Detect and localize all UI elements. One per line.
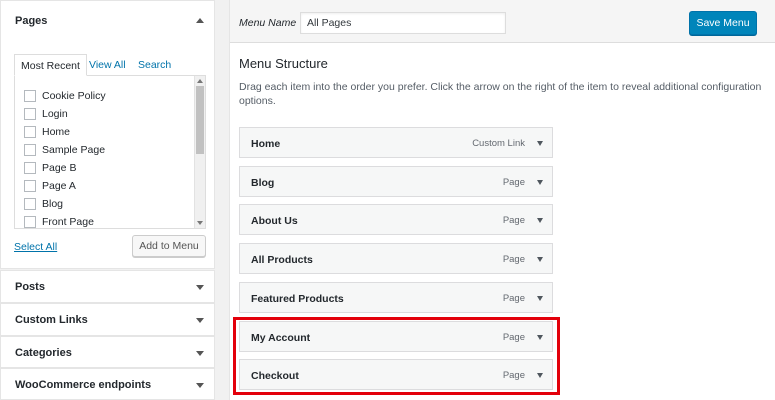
checklist-scrollbar[interactable] <box>194 76 205 228</box>
menu-item-type: Page <box>502 215 525 226</box>
expand-arrow-icon[interactable] <box>196 285 204 290</box>
categories-panel[interactable]: Categories <box>0 336 215 368</box>
menu-item-type: Page <box>502 254 525 265</box>
collapse-arrow-icon[interactable] <box>196 18 204 23</box>
menu-item[interactable]: About Us Page <box>239 204 553 235</box>
menu-items-sidebar: Pages Most Recent View All Search Cookie… <box>0 0 216 400</box>
checkbox[interactable] <box>24 216 36 228</box>
scroll-down-icon[interactable] <box>197 221 203 225</box>
expand-arrow-icon[interactable] <box>537 296 543 301</box>
tab-search[interactable]: Search <box>138 54 171 76</box>
tab-most-recent[interactable]: Most Recent <box>14 54 87 76</box>
menu-item-title: Blog <box>251 177 275 189</box>
scroll-up-icon[interactable] <box>197 79 203 83</box>
menu-item-type: Page <box>502 177 525 188</box>
expand-arrow-icon[interactable] <box>196 351 204 356</box>
menu-item-title: About Us <box>251 215 298 227</box>
tab-view-all[interactable]: View All <box>89 54 126 76</box>
menu-header: Menu Name All Pages Save Menu <box>230 0 775 43</box>
menu-name-label: Menu Name <box>239 17 297 29</box>
menu-item-title: Featured Products <box>251 293 344 305</box>
expand-arrow-icon[interactable] <box>196 318 204 323</box>
menu-structure-instructions: Drag each item into the order you prefer… <box>239 81 762 107</box>
menu-name-input[interactable]: All Pages <box>300 12 506 34</box>
pages-panel: Pages Most Recent View All Search Cookie… <box>0 0 215 269</box>
menu-structure-title: Menu Structure <box>239 56 328 71</box>
menu-item-title: Home <box>251 138 281 150</box>
menu-item-type: Page <box>502 293 525 304</box>
save-menu-button[interactable]: Save Menu <box>689 11 757 35</box>
add-to-menu-button[interactable]: Add to Menu <box>132 235 206 257</box>
pages-checklist: Cookie Policy Login Home Sample Page Pag… <box>14 75 206 229</box>
woocommerce-endpoints-panel[interactable]: WooCommerce endpoints <box>0 368 215 400</box>
expand-arrow-icon[interactable] <box>537 257 543 262</box>
checkbox[interactable] <box>24 90 36 102</box>
expand-arrow-icon[interactable] <box>537 218 543 223</box>
expand-arrow-icon[interactable] <box>196 383 204 388</box>
menu-item-type: Custom Link <box>472 138 525 149</box>
pages-panel-title[interactable]: Pages <box>15 15 47 27</box>
menu-item[interactable]: Featured Products Page <box>239 282 553 313</box>
checkbox[interactable] <box>24 162 36 174</box>
scroll-thumb[interactable] <box>196 86 204 154</box>
menu-management-panel: Menu Name All Pages Save Menu Menu Struc… <box>229 0 775 400</box>
expand-arrow-icon[interactable] <box>537 141 543 146</box>
posts-panel[interactable]: Posts <box>0 270 215 303</box>
checkbox[interactable] <box>24 198 36 210</box>
menu-item[interactable]: All Products Page <box>239 243 553 274</box>
select-all-link[interactable]: Select All <box>14 241 57 253</box>
checkbox[interactable] <box>24 126 36 138</box>
checkbox[interactable] <box>24 108 36 120</box>
menu-item-title: All Products <box>251 254 313 266</box>
highlight-box <box>233 317 560 395</box>
checkbox[interactable] <box>24 180 36 192</box>
menu-item[interactable]: Blog Page <box>239 166 553 197</box>
custom-links-panel[interactable]: Custom Links <box>0 303 215 336</box>
menu-item[interactable]: Home Custom Link <box>239 127 553 158</box>
expand-arrow-icon[interactable] <box>537 180 543 185</box>
checkbox[interactable] <box>24 144 36 156</box>
